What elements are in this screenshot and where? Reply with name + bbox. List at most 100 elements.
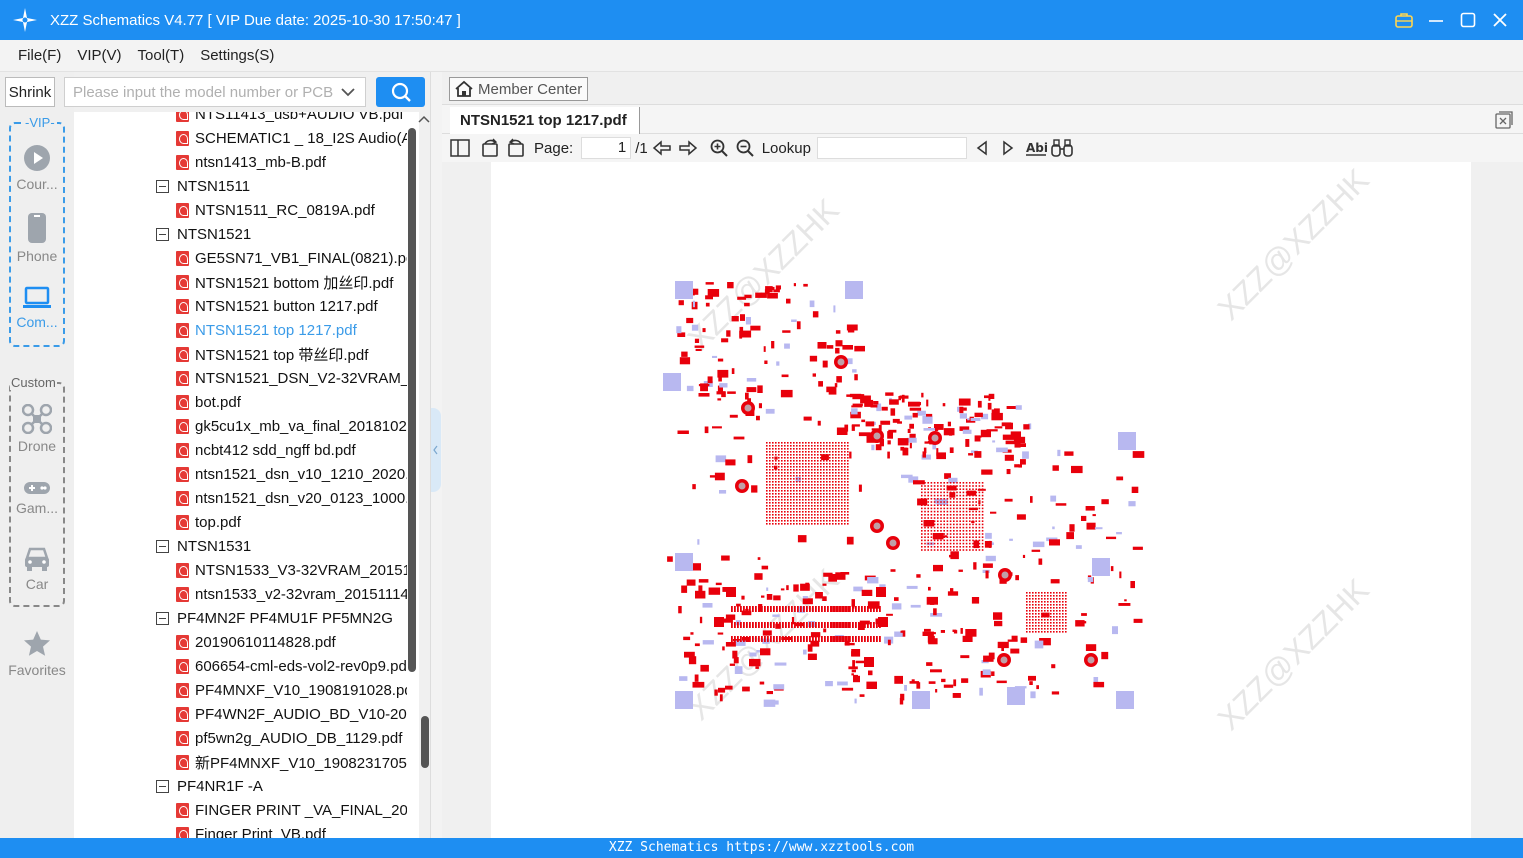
- play-icon: [24, 145, 50, 171]
- tree-file[interactable]: gk5cu1x_mb_va_final_20181029: [176, 414, 407, 438]
- tree-item-label: ntsn1533_v2-32vram_20151114_: [195, 585, 407, 603]
- member-center-label: Member Center: [478, 80, 583, 98]
- rail-item-phone[interactable]: Phone: [5, 212, 69, 264]
- collapse-toggle-icon[interactable]: [156, 227, 169, 241]
- collapse-toggle-icon[interactable]: [156, 611, 169, 625]
- zoom-out-icon[interactable]: [736, 139, 754, 157]
- search-placeholder: Please input the model number or PCB: [73, 83, 334, 101]
- menu-tool[interactable]: Tool(T): [130, 47, 193, 64]
- tree-item-label: NTSN1521: [177, 225, 252, 243]
- rotate-left-icon[interactable]: [480, 138, 500, 158]
- tree-file[interactable]: pf5wn2g_AUDIO_DB_1129.pdf: [176, 726, 402, 750]
- menu-file[interactable]: File(F): [10, 47, 69, 64]
- tree-file[interactable]: Finger Print_VB.pdf: [176, 822, 326, 838]
- title-bar: XZZ Schematics V4.77 [ VIP Due date: 202…: [0, 0, 1523, 40]
- document-viewer[interactable]: XZZ@XZZHK XZZ@XZZHK XZZ@XZZHK XZZ@XZZHK: [442, 162, 1523, 838]
- tree-file[interactable]: NTSN1521 bottom 加丝印.pdf: [176, 270, 393, 294]
- lookup-input[interactable]: [816, 137, 967, 159]
- collapse-toggle-icon[interactable]: [156, 539, 169, 553]
- menu-settings[interactable]: Settings(S): [192, 47, 282, 64]
- tree-file[interactable]: NTSN1511_RC_0819A.pdf: [176, 198, 375, 222]
- page-number-input[interactable]: 1: [581, 137, 632, 159]
- chevron-down-icon[interactable]: [341, 84, 355, 100]
- find-prev-icon[interactable]: [975, 140, 989, 156]
- tree-folder[interactable]: PF4MN2F PF4MU1F PF5MN2G: [156, 606, 393, 630]
- vip-group-label: -VIP-: [23, 115, 57, 130]
- tree-folder[interactable]: PF4NR1F -A: [156, 774, 263, 798]
- tree-folder[interactable]: NTSN1511: [156, 174, 250, 198]
- tree-file[interactable]: NTS11413_usb+AUDIO VB.pdf: [176, 112, 404, 126]
- pdf-file-icon: [176, 466, 189, 482]
- tree-file[interactable]: NTSN1521 top 带丝印.pdf: [176, 342, 368, 366]
- rail-item-label: Cour...: [16, 176, 58, 192]
- tree-item-label: SCHEMATIC1 _ 18_I2S Audio(AL: [195, 129, 407, 147]
- next-page-icon[interactable]: [678, 140, 698, 156]
- search-button[interactable]: [376, 77, 425, 107]
- tree-file[interactable]: ntsn1413_mb-B.pdf: [176, 150, 326, 174]
- rail-item-courses[interactable]: Cour...: [5, 144, 69, 192]
- tree-item-label: ncbt412 sdd_ngff bd.pdf: [195, 441, 356, 459]
- minimize-icon[interactable]: [1427, 11, 1445, 29]
- svg-text:Abi: Abi: [1026, 141, 1047, 155]
- tab-title: NTSN1521 top 1217.pdf: [460, 112, 627, 129]
- tree-file[interactable]: ntsn1533_v2-32vram_20151114_: [176, 582, 407, 606]
- binoculars-icon[interactable]: [1051, 139, 1073, 157]
- tree-file[interactable]: FINGER PRINT _VA_FINAL_20200: [176, 798, 407, 822]
- tree-scrollbar[interactable]: [408, 128, 416, 672]
- scroll-up-icon[interactable]: [418, 114, 430, 124]
- vip-bag-icon[interactable]: [1395, 11, 1413, 29]
- sidebar-toggle-icon[interactable]: [450, 139, 470, 157]
- tree-item-label: gk5cu1x_mb_va_final_20181029: [195, 417, 407, 435]
- rotate-right-icon[interactable]: [506, 138, 526, 158]
- tree-item-label: PF4NR1F -A: [177, 777, 263, 795]
- tree-folder[interactable]: NTSN1531: [156, 534, 251, 558]
- tree-file[interactable]: bot.pdf: [176, 390, 241, 414]
- rail-item-computer[interactable]: Com...: [5, 286, 69, 330]
- close-tab-icon[interactable]: [1495, 111, 1513, 129]
- rail-item-label: Drone: [17, 438, 57, 454]
- tree-file[interactable]: NTSN1533_V3-32VRAM_201512: [176, 558, 407, 582]
- tree-file[interactable]: NTSN1521 button 1217.pdf: [176, 294, 378, 318]
- pcb-layout-drawing: XZZ@XZZHK XZZ@XZZHKXZZ@XZZHK XZZ@XZZHK: [663, 162, 1376, 737]
- tree-scrollbar-thumb[interactable]: [421, 716, 429, 768]
- shrink-button[interactable]: Shrink: [5, 77, 55, 107]
- model-search-input[interactable]: Please input the model number or PCB: [64, 77, 366, 107]
- tree-item-label: NTSN1521 top 带丝印.pdf: [195, 346, 369, 364]
- pdf-page[interactable]: XZZ@XZZHK XZZ@XZZHK XZZ@XZZHK XZZ@XZZHK: [491, 162, 1471, 838]
- find-next-icon[interactable]: [1001, 140, 1015, 156]
- tree-file[interactable]: ntsn1521_dsn_v10_1210_2020.pd: [176, 462, 407, 486]
- tree-file[interactable]: PF4MNXF_V10_1908191028.pdf: [176, 678, 407, 702]
- tree-file[interactable]: top.pdf: [176, 510, 241, 534]
- match-case-icon[interactable]: Abi: [1025, 139, 1047, 157]
- tree-item-label: FINGER PRINT _VA_FINAL_20200: [195, 801, 407, 819]
- tree-item-label: NTSN1533_V3-32VRAM_201512: [195, 561, 407, 579]
- tree-folder[interactable]: NTSN1521: [156, 222, 251, 246]
- tree-file[interactable]: 新PF4MNXF_V10_1908231705.pd: [176, 750, 407, 774]
- rail-item-favorites[interactable]: Favorites: [5, 630, 69, 678]
- rail-item-car[interactable]: Car: [5, 546, 69, 592]
- rail-item-games[interactable]: Gam...: [5, 480, 69, 516]
- collapse-toggle-icon[interactable]: [156, 779, 169, 793]
- rail-item-drone[interactable]: Drone: [5, 404, 69, 454]
- tree-file[interactable]: ncbt412 sdd_ngff bd.pdf: [176, 438, 356, 462]
- prev-page-icon[interactable]: [652, 140, 672, 156]
- tree-file[interactable]: GE5SN71_VB1_FINAL(0821).pdf: [176, 246, 407, 270]
- tree-file[interactable]: 606654-cml-eds-vol2-rev0p9.pd: [176, 654, 407, 678]
- rail-item-label: Car: [25, 576, 49, 592]
- tree-file[interactable]: ntsn1521_dsn_v20_0123_1000.pd: [176, 486, 407, 510]
- close-icon[interactable]: [1491, 11, 1509, 29]
- tree-file[interactable]: NTSN1521 top 1217.pdf: [176, 318, 357, 342]
- tree-file[interactable]: SCHEMATIC1 _ 18_I2S Audio(AL: [176, 126, 407, 150]
- zoom-in-icon[interactable]: [710, 139, 728, 157]
- panel-splitter[interactable]: [430, 72, 442, 838]
- collapse-toggle-icon[interactable]: [156, 179, 169, 193]
- tree-item-label: PF4MN2F PF4MU1F PF5MN2G: [177, 609, 393, 627]
- collapse-handle[interactable]: [431, 408, 441, 492]
- maximize-icon[interactable]: [1459, 11, 1477, 29]
- tree-file[interactable]: NTSN1521_DSN_V2-32VRAM_04: [176, 366, 407, 390]
- tree-file[interactable]: 20190610114828.pdf: [176, 630, 336, 654]
- tab-document[interactable]: NTSN1521 top 1217.pdf: [450, 107, 640, 134]
- menu-vip[interactable]: VIP(V): [69, 47, 129, 64]
- tree-file[interactable]: PF4WN2F_AUDIO_BD_V10-2019: [176, 702, 407, 726]
- member-center-button[interactable]: Member Center: [449, 77, 588, 101]
